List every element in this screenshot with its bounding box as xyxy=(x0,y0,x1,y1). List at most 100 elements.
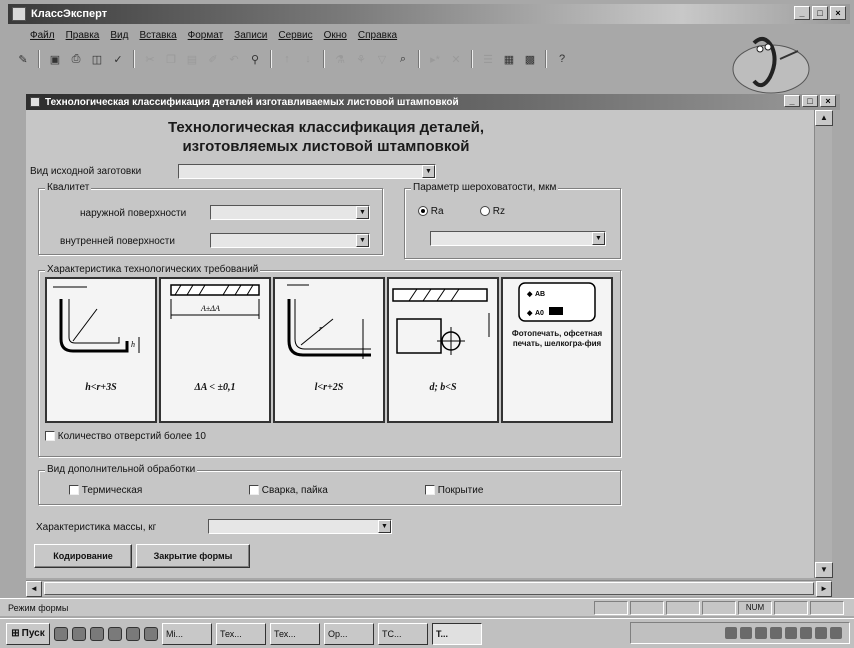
task-button[interactable]: ТС... xyxy=(378,622,428,645)
roughness-combo[interactable]: ▼ xyxy=(430,231,606,246)
menu-insert[interactable]: Вставка xyxy=(139,30,176,41)
copy-icon[interactable]: ❐ xyxy=(162,50,180,68)
chevron-down-icon[interactable]: ▼ xyxy=(356,206,369,219)
form-maximize-button[interactable]: □ xyxy=(802,95,818,107)
save-icon[interactable]: ▣ xyxy=(46,50,64,68)
ra-option[interactable]: Ra xyxy=(418,206,444,217)
mass-combo[interactable]: ▼ xyxy=(208,519,392,534)
menu-records[interactable]: Записи xyxy=(234,30,267,41)
scroll-right-icon[interactable]: ► xyxy=(816,581,832,597)
hyperlink-icon[interactable]: ⚲ xyxy=(246,50,264,68)
chevron-down-icon[interactable]: ▼ xyxy=(592,232,605,245)
task-label: Mi... xyxy=(166,628,183,639)
new-record-icon[interactable]: ▸* xyxy=(426,50,444,68)
format-painter-icon[interactable]: ✐ xyxy=(204,50,222,68)
apply-filter-icon[interactable]: ▽ xyxy=(373,50,391,68)
find-icon[interactable]: ⌕ xyxy=(394,50,412,68)
start-button[interactable]: ⊞ Пуск xyxy=(6,622,50,645)
ra-radio[interactable] xyxy=(418,206,428,217)
sort-descending-icon[interactable]: ↓ xyxy=(299,50,317,68)
horizontal-scroll-thumb[interactable] xyxy=(44,582,814,595)
requirement-card-printing[interactable]: ◆ AB ◆ A0 Фотопечать, офсетная печать, ш… xyxy=(501,277,613,423)
quicklaunch-app-icon[interactable] xyxy=(126,626,140,641)
close-button[interactable]: × xyxy=(830,6,846,20)
tray-icon[interactable] xyxy=(725,627,737,639)
rz-radio[interactable] xyxy=(480,206,490,217)
menu-window[interactable]: Окно xyxy=(324,30,347,41)
print-icon[interactable]: ⎙ xyxy=(67,50,85,68)
filter-selection-icon[interactable]: ⚗ xyxy=(331,50,349,68)
tray-icon[interactable] xyxy=(815,627,827,639)
task-button[interactable]: Тех... xyxy=(270,622,320,645)
holes-option[interactable]: Количество отверстий более 10 xyxy=(45,431,206,442)
properties-icon[interactable]: ☰ xyxy=(479,50,497,68)
welding-checkbox[interactable] xyxy=(249,485,259,496)
scroll-left-icon[interactable]: ◄ xyxy=(26,581,42,597)
tray-icon[interactable] xyxy=(800,627,812,639)
scroll-down-icon[interactable]: ▼ xyxy=(815,562,833,578)
tech-requirements-title: Характеристика технологических требовани… xyxy=(45,264,261,275)
task-button-active[interactable]: Т... xyxy=(432,622,482,645)
menu-tools[interactable]: Сервис xyxy=(278,30,312,41)
menu-help[interactable]: Справка xyxy=(358,30,397,41)
quicklaunch-app-icon[interactable] xyxy=(144,626,158,641)
spelling-icon[interactable]: ✓ xyxy=(109,50,127,68)
tray-icon[interactable] xyxy=(755,627,767,639)
undo-icon[interactable]: ↶ xyxy=(225,50,243,68)
delete-record-icon[interactable]: ✕ xyxy=(447,50,465,68)
minimize-button[interactable]: _ xyxy=(794,6,810,20)
outer-surface-combo[interactable]: ▼ xyxy=(210,205,370,220)
chevron-down-icon[interactable]: ▼ xyxy=(422,165,435,178)
encode-button[interactable]: Кодирование xyxy=(34,544,132,568)
status-cell xyxy=(702,601,736,615)
cut-icon[interactable]: ✂ xyxy=(141,50,159,68)
form-minimize-button[interactable]: _ xyxy=(784,95,800,107)
holes-checkbox[interactable] xyxy=(45,431,55,442)
close-form-button[interactable]: Закрытие формы xyxy=(136,544,250,568)
menu-edit[interactable]: Правка xyxy=(66,30,100,41)
blank-type-combo[interactable]: ▼ xyxy=(178,164,436,179)
quicklaunch-app-icon[interactable] xyxy=(108,626,122,641)
task-button[interactable]: Ор... xyxy=(324,622,374,645)
extra-option-welding[interactable]: Сварка, пайка xyxy=(249,485,328,496)
print-preview-icon[interactable]: ◫ xyxy=(88,50,106,68)
form-close-button[interactable]: × xyxy=(820,95,836,107)
quicklaunch-desktop-icon[interactable] xyxy=(54,626,68,641)
rz-option[interactable]: Rz xyxy=(480,206,505,217)
inner-surface-combo[interactable]: ▼ xyxy=(210,233,370,248)
maximize-button[interactable]: □ xyxy=(812,6,828,20)
vertical-scrollbar[interactable]: ▲ ▼ xyxy=(814,110,833,578)
sort-ascending-icon[interactable]: ↑ xyxy=(278,50,296,68)
tray-icon[interactable] xyxy=(740,627,752,639)
task-button[interactable]: Тех... xyxy=(216,622,266,645)
design-view-icon[interactable]: ✎ xyxy=(14,50,32,68)
database-window-icon[interactable]: ▦ xyxy=(500,50,518,68)
requirement-card-bend-height[interactable]: h h<r+3S xyxy=(45,277,157,423)
extra-option-coating[interactable]: Покрытие xyxy=(425,485,483,496)
chevron-down-icon[interactable]: ▼ xyxy=(378,520,391,533)
filter-form-icon[interactable]: ⚘ xyxy=(352,50,370,68)
card-caption-3: l<r+2S xyxy=(314,382,344,393)
thermal-checkbox[interactable] xyxy=(69,485,79,496)
task-button[interactable]: Mi... xyxy=(162,622,212,645)
office-assistant-icon[interactable] xyxy=(716,26,826,102)
help-icon[interactable]: ? xyxy=(553,50,571,68)
tray-icon[interactable] xyxy=(785,627,797,639)
quicklaunch-browser-icon[interactable] xyxy=(72,626,86,641)
requirement-card-tolerance[interactable]: A±ΔA ΔA < ±0,1 xyxy=(159,277,271,423)
horizontal-scrollbar[interactable]: ◄ ► xyxy=(26,580,832,597)
extra-option-thermal[interactable]: Термическая xyxy=(69,485,142,496)
menu-file[interactable]: Файл xyxy=(30,30,55,41)
tray-icon[interactable] xyxy=(830,627,842,639)
quicklaunch-mail-icon[interactable] xyxy=(90,626,104,641)
coating-checkbox[interactable] xyxy=(425,485,435,496)
scroll-up-icon[interactable]: ▲ xyxy=(815,110,833,126)
chevron-down-icon[interactable]: ▼ xyxy=(356,234,369,247)
menu-format[interactable]: Формат xyxy=(188,30,224,41)
requirement-card-flange[interactable]: r l<r+2S xyxy=(273,277,385,423)
requirement-card-hole[interactable]: d; b<S xyxy=(387,277,499,423)
new-object-icon[interactable]: ▩ xyxy=(521,50,539,68)
menu-view[interactable]: Вид xyxy=(110,30,128,41)
tray-icon[interactable] xyxy=(770,627,782,639)
paste-icon[interactable]: ▤ xyxy=(183,50,201,68)
